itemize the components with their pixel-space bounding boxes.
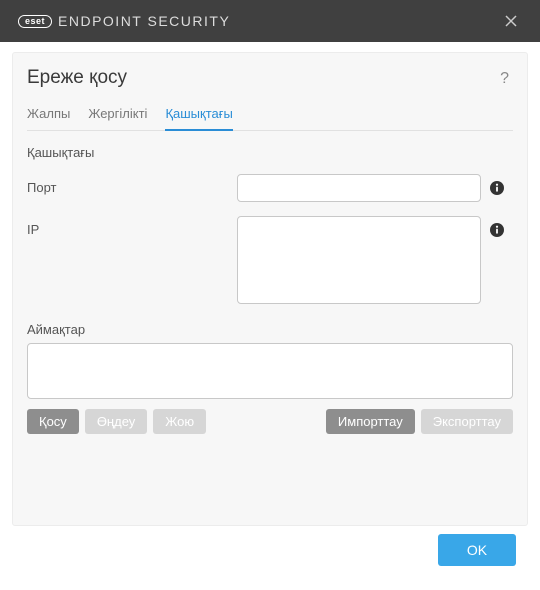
port-info-button[interactable] <box>489 180 505 196</box>
port-input[interactable] <box>237 174 481 202</box>
info-icon <box>489 180 505 196</box>
help-icon: ? <box>500 70 509 87</box>
close-icon <box>505 15 517 27</box>
ip-label: IP <box>27 216 237 237</box>
export-button[interactable]: Экспорттау <box>421 409 513 434</box>
zones-listbox[interactable] <box>27 343 513 399</box>
ip-info-button[interactable] <box>489 222 505 238</box>
dialog-title: Ереже қосу <box>27 67 127 89</box>
tab-general[interactable]: Жалпы <box>27 102 70 131</box>
info-icon <box>489 222 505 238</box>
tab-remote[interactable]: Қашықтағы <box>165 102 232 131</box>
ok-button[interactable]: OK <box>438 534 516 566</box>
zones-label: Аймақтар <box>27 322 513 337</box>
tabs: Жалпы Жергілікті Қашықтағы <box>27 102 513 131</box>
add-button[interactable]: Қосу <box>27 409 79 434</box>
brand: eset ENDPOINT SECURITY <box>18 13 230 29</box>
titlebar: eset ENDPOINT SECURITY <box>0 0 540 42</box>
section-heading-remote: Қашықтағы <box>27 145 513 160</box>
dialog-panel: Ереже қосу ? Жалпы Жергілікті Қашықтағы … <box>12 52 528 526</box>
port-label: Порт <box>27 174 237 195</box>
delete-button[interactable]: Жою <box>153 409 206 434</box>
tab-local[interactable]: Жергілікті <box>88 102 147 131</box>
help-button[interactable]: ? <box>496 68 513 90</box>
brand-text: ENDPOINT SECURITY <box>58 13 230 29</box>
edit-button[interactable]: Өңдеу <box>85 409 147 434</box>
import-button[interactable]: Импорттау <box>326 409 415 434</box>
close-button[interactable] <box>496 6 526 36</box>
brand-badge: eset <box>18 15 52 28</box>
ip-input[interactable] <box>237 216 481 304</box>
